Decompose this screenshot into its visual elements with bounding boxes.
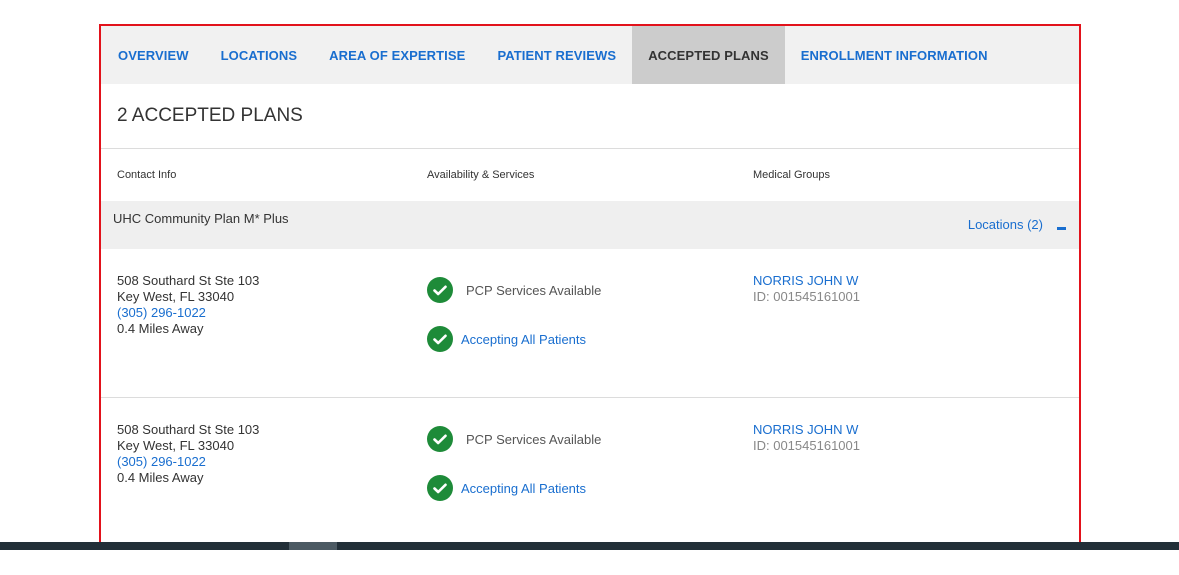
medical-group-id: ID: 001545161001 (753, 289, 860, 304)
accepting-patients-link[interactable]: Accepting All Patients (461, 481, 586, 496)
check-circle-icon (427, 326, 453, 352)
address-line-1: 508 Southard St Ste 103 (117, 422, 260, 437)
distance: 0.4 Miles Away (117, 470, 204, 485)
service-accepting: Accepting All Patients (427, 475, 586, 501)
service-label: PCP Services Available (466, 431, 602, 447)
locations-toggle-link[interactable]: Locations (2) (968, 217, 1043, 232)
address-line-2: Key West, FL 33040 (117, 289, 235, 304)
location-row: 508 Southard St Ste 103 Key West, FL 330… (101, 398, 1079, 546)
contact-info: 508 Southard St Ste 103 Key West, FL 330… (117, 422, 259, 486)
phone-link[interactable]: (305) 296-1022 (117, 305, 259, 321)
plan-name: UHC Community Plan M* Plus (113, 211, 289, 226)
medical-group: NORRIS JOHN W ID: 001545161001 (753, 422, 860, 454)
tab-area-of-expertise[interactable]: AREA OF EXPERTISE (313, 26, 481, 84)
tab-patient-reviews[interactable]: PATIENT REVIEWS (481, 26, 632, 84)
tab-bar: OVERVIEW LOCATIONS AREA OF EXPERTISE PAT… (101, 26, 1079, 84)
address-line-2: Key West, FL 33040 (117, 438, 235, 453)
tab-locations[interactable]: LOCATIONS (205, 26, 314, 84)
column-header-groups: Medical Groups (753, 169, 831, 181)
phone-link[interactable]: (305) 296-1022 (117, 454, 259, 470)
accepting-patients-link[interactable]: Accepting All Patients (461, 332, 586, 347)
tab-enrollment-information[interactable]: ENROLLMENT INFORMATION (785, 26, 1004, 84)
tab-accepted-plans[interactable]: ACCEPTED PLANS (632, 26, 785, 84)
medical-group-link[interactable]: NORRIS JOHN W (753, 273, 860, 289)
address-line-1: 508 Southard St Ste 103 (117, 273, 260, 288)
plan-header: UHC Community Plan M* Plus Locations (2) (101, 201, 1079, 249)
page-title: 2 ACCEPTED PLANS (101, 84, 1079, 149)
contact-info: 508 Southard St Ste 103 Key West, FL 330… (117, 273, 259, 337)
column-header-contact: Contact Info (117, 169, 177, 181)
provider-details-panel: OVERVIEW LOCATIONS AREA OF EXPERTISE PAT… (99, 24, 1081, 550)
collapse-icon[interactable] (1057, 227, 1066, 230)
check-circle-icon (427, 475, 453, 501)
footer-bar (0, 542, 1179, 550)
medical-group: NORRIS JOHN W ID: 001545161001 (753, 273, 860, 305)
location-row: 508 Southard St Ste 103 Key West, FL 330… (101, 249, 1079, 398)
column-header-availability: Availability & Services (427, 169, 535, 181)
distance: 0.4 Miles Away (117, 321, 204, 336)
service-pcp: PCP Services Available (427, 277, 601, 303)
tab-overview[interactable]: OVERVIEW (102, 26, 205, 84)
medical-group-link[interactable]: NORRIS JOHN W (753, 422, 860, 438)
footer-segment (289, 542, 337, 550)
service-accepting: Accepting All Patients (427, 326, 586, 352)
check-circle-icon (427, 426, 453, 452)
check-circle-icon (427, 277, 453, 303)
column-headers: Contact Info Availability & Services Med… (101, 149, 1079, 201)
service-pcp: PCP Services Available (427, 426, 601, 452)
medical-group-id: ID: 001545161001 (753, 438, 860, 453)
service-label: PCP Services Available (466, 282, 602, 298)
